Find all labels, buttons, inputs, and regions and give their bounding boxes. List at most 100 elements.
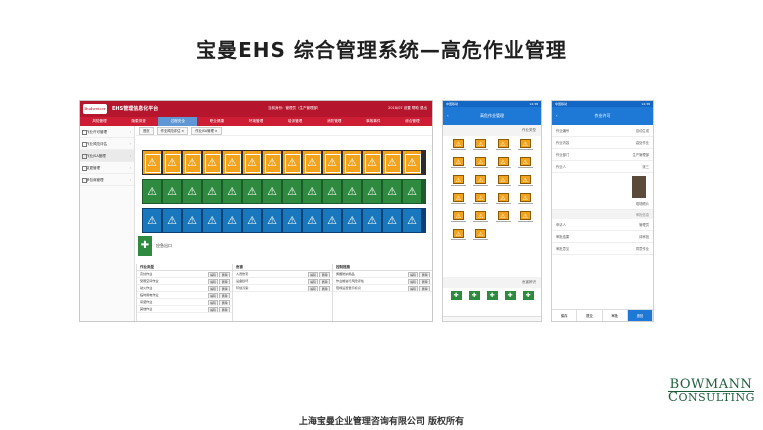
form-row[interactable]: 作业人 张三 xyxy=(552,161,653,173)
delete-button[interactable]: 删除 xyxy=(319,286,330,291)
job-type-tile[interactable]: ⚠ xyxy=(471,157,490,171)
table-row[interactable]: 人员伤害 编辑 删除 xyxy=(233,271,332,278)
safety-sign-icon[interactable]: ⚠ xyxy=(382,179,402,204)
table-row[interactable]: 临时用电作业 编辑 删除 xyxy=(137,292,232,299)
safety-sign-icon[interactable]: ⚠ xyxy=(142,179,162,204)
job-type-tile[interactable]: ⚠ xyxy=(471,175,490,189)
approve-button[interactable]: 审批 xyxy=(603,310,628,321)
job-type-tile[interactable]: ⚠ xyxy=(494,193,513,207)
safety-sign-icon[interactable]: ⚠ xyxy=(322,179,342,204)
safety-sign-icon[interactable]: ⚠ xyxy=(222,179,242,204)
job-type-tile[interactable]: ⚠ xyxy=(449,157,468,171)
safety-sign-icon[interactable]: ⚠ xyxy=(182,208,202,233)
job-type-tile[interactable]: ⚠ xyxy=(471,229,490,243)
hazard-sign-icon[interactable]: ✚ xyxy=(450,291,462,300)
back-icon[interactable]: ‹ xyxy=(556,107,558,125)
safety-sign-icon[interactable]: ⚠ xyxy=(342,179,362,204)
safety-sign-icon[interactable]: ⚠ xyxy=(262,179,282,204)
nav-item[interactable]: 风险管理 xyxy=(80,117,119,126)
table-row[interactable]: 受限空间作业 编辑 删除 xyxy=(137,278,232,285)
safety-sign-icon[interactable]: ⚠ xyxy=(242,179,262,204)
job-type-tile[interactable]: ⚠ xyxy=(516,211,535,225)
form-row[interactable]: 作业部门 生产管理部 xyxy=(552,149,653,161)
job-type-tile[interactable]: ⚠ xyxy=(449,211,468,225)
safety-sign-icon[interactable]: ⚠ xyxy=(342,150,362,175)
job-type-tile[interactable]: ⚠ xyxy=(494,211,513,225)
safety-sign-icon[interactable]: ⚠ xyxy=(362,150,382,175)
job-type-tile[interactable]: ⚠ xyxy=(449,229,468,243)
safety-sign-icon[interactable]: ⚠ xyxy=(202,150,222,175)
hazard-sign-icon[interactable]: ✚ xyxy=(504,291,516,300)
safety-sign-icon[interactable]: ⚠ xyxy=(402,150,422,175)
sidebar-item[interactable]: 承包商管理 xyxy=(80,174,134,186)
table-row[interactable]: 动火作业 编辑 删除 xyxy=(137,285,232,292)
delete-button[interactable]: 删除 xyxy=(419,286,430,291)
safety-sign-icon[interactable]: ⚠ xyxy=(402,208,422,233)
table-row[interactable]: 环境污染 编辑 删除 xyxy=(233,285,332,292)
safety-sign-icon[interactable]: ⚠ xyxy=(402,179,422,204)
safety-sign-icon[interactable]: ⚠ xyxy=(362,179,382,204)
safety-sign-icon[interactable]: ⚠ xyxy=(162,179,182,204)
safety-sign-icon[interactable]: ⚠ xyxy=(242,208,262,233)
sidebar-item[interactable]: 变更管理 xyxy=(80,162,134,174)
job-type-tile[interactable]: ⚠ xyxy=(494,175,513,189)
job-type-tile[interactable]: ⚠ xyxy=(494,157,513,171)
delete-button[interactable]: 删除 xyxy=(219,307,230,312)
edit-button[interactable]: 编辑 xyxy=(307,286,319,291)
hazard-sign-icon[interactable]: ✚ xyxy=(522,291,534,300)
safety-sign-icon[interactable]: ⚠ xyxy=(302,150,322,175)
safety-sign-icon[interactable]: ⚠ xyxy=(202,179,222,204)
safety-sign-icon[interactable]: ⚠ xyxy=(162,208,182,233)
safety-sign-icon[interactable]: ⚠ xyxy=(182,150,202,175)
table-row[interactable]: 佩戴防护用品 编辑 删除 xyxy=(333,271,432,278)
tab-home[interactable]: 首页 xyxy=(139,126,154,135)
safety-sign-icon[interactable]: ⚠ xyxy=(142,150,162,175)
nav-item[interactable]: 隐患排查 xyxy=(119,117,158,126)
job-type-tile[interactable]: ⚠ xyxy=(449,175,468,189)
save-button[interactable]: 保存 xyxy=(552,310,578,321)
nav-item[interactable]: 职业健康 xyxy=(197,117,236,126)
table-row[interactable]: 现场设置警示标识 编辑 删除 xyxy=(333,285,432,292)
safety-sign-icon[interactable]: ⚠ xyxy=(142,208,162,233)
table-row[interactable]: 设备损坏 编辑 删除 xyxy=(233,278,332,285)
safety-sign-icon[interactable]: ⚠ xyxy=(262,208,282,233)
nav-item[interactable]: 消防管理 xyxy=(315,117,354,126)
form-row[interactable]: 作业编号 自动生成 xyxy=(552,125,653,137)
safety-sign-icon[interactable]: ⚠ xyxy=(282,179,302,204)
safety-sign-icon[interactable]: ⚠ xyxy=(322,150,342,175)
nav-item[interactable]: 事故事件 xyxy=(354,117,393,126)
safety-sign-icon[interactable]: ⚠ xyxy=(322,208,342,233)
form-row[interactable]: 作业内容 高处作业 xyxy=(552,137,653,149)
job-type-tile[interactable]: ⚠ xyxy=(471,193,490,207)
safety-sign-icon[interactable]: ⚠ xyxy=(222,150,242,175)
edit-button[interactable]: 编辑 xyxy=(207,307,219,312)
form-row[interactable]: 审批意见 同意作业 xyxy=(552,243,653,255)
back-icon[interactable]: ‹ xyxy=(447,107,449,125)
form-row[interactable]: 申请人 管理员 xyxy=(552,219,653,231)
safety-sign-icon[interactable]: ⚠ xyxy=(262,150,282,175)
safety-sign-icon[interactable]: ⚠ xyxy=(302,179,322,204)
sidebar-item-active[interactable]: 作业JSA管理 xyxy=(80,150,134,162)
job-type-tile[interactable]: ⚠ xyxy=(516,139,535,153)
safety-sign-icon[interactable]: ⚠ xyxy=(382,150,402,175)
job-type-tile[interactable]: ⚠ xyxy=(516,175,535,189)
safety-sign-icon[interactable]: ⚠ xyxy=(202,208,222,233)
safety-sign-icon[interactable]: ⚠ xyxy=(242,150,262,175)
job-type-tile[interactable]: ⚠ xyxy=(516,157,535,171)
safety-sign-icon[interactable]: ⚠ xyxy=(162,150,182,175)
job-type-tile[interactable]: ⚠ xyxy=(449,193,468,207)
job-type-tile[interactable]: ⚠ xyxy=(494,139,513,153)
nav-item[interactable]: 培训管理 xyxy=(276,117,315,126)
table-row[interactable]: 高处作业 编辑 删除 xyxy=(137,271,232,278)
top-toolbar[interactable]: 2018/07 设置 帮助 退出 xyxy=(388,106,427,111)
sidebar-item[interactable]: 作业风险评估 xyxy=(80,138,134,150)
site-photo[interactable] xyxy=(632,176,646,198)
hazard-sign-icon[interactable]: ✚ xyxy=(486,291,498,300)
job-type-tile[interactable]: ⚠ xyxy=(471,139,490,153)
hazard-sign-icon[interactable]: ✚ xyxy=(468,291,480,300)
sidebar-item[interactable]: 作业许可管理 xyxy=(80,126,134,138)
table-row[interactable]: 吊装作业 编辑 删除 xyxy=(137,299,232,306)
return-button[interactable]: 退回 xyxy=(627,310,653,321)
submit-button[interactable]: 提交 xyxy=(577,310,603,321)
safety-sign-icon[interactable]: ⚠ xyxy=(282,208,302,233)
